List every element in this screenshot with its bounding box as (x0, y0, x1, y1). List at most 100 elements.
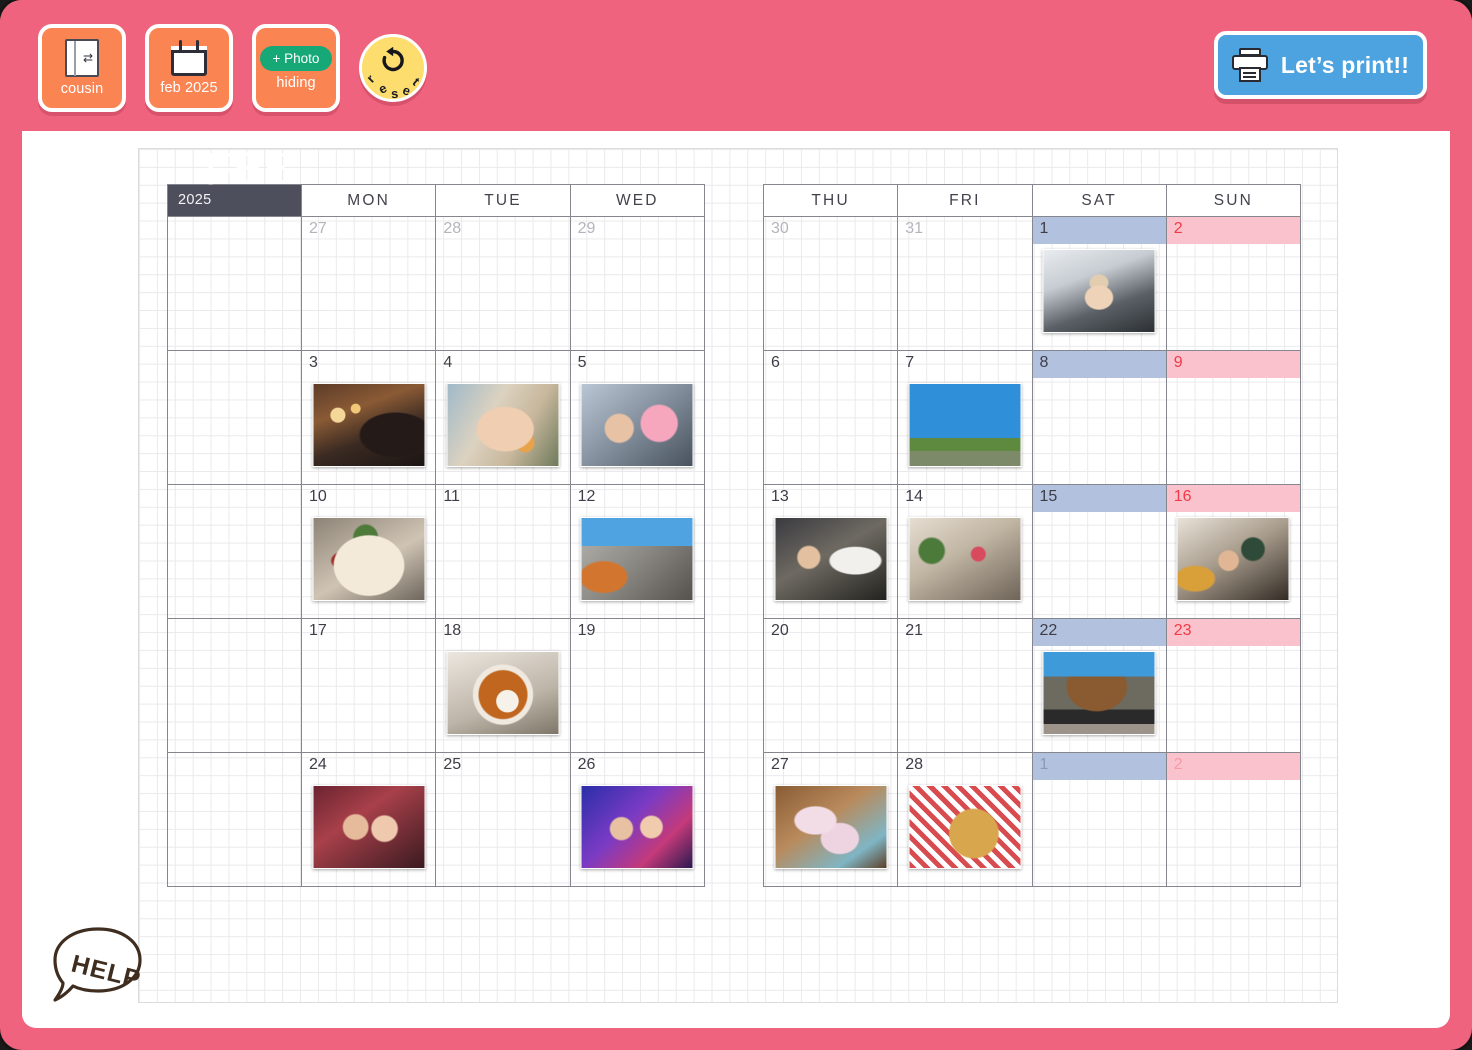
month-title-cell: 2025 FEB (167, 149, 302, 217)
calendar-week-row: 10 11 12 (167, 484, 706, 619)
day-photo[interactable] (312, 785, 426, 869)
weekday-header-fri: FRI (897, 184, 1033, 217)
day-photo[interactable] (908, 785, 1022, 869)
page-surface: 2025 FEB MON TUE WED 27 28 29 3 4 5 10 11 12 17 18… (22, 131, 1450, 1028)
calendar-day-cell[interactable]: 15 (1031, 484, 1167, 619)
photo-shop-interior-flowers (909, 518, 1021, 600)
calendar-day-cell[interactable]: 1 (1031, 216, 1167, 351)
day-photo[interactable] (580, 517, 694, 601)
calendar-day-cell[interactable]: 28 (897, 752, 1033, 887)
calendar-table-left: 2025 FEB MON TUE WED 27 28 29 3 4 5 10 11 12 17 18… (167, 149, 706, 887)
reset-letter: t (409, 74, 423, 89)
help-button[interactable]: HELP (50, 926, 145, 1008)
reset-button[interactable]: r e s e t (359, 34, 427, 102)
sunday-band (1166, 351, 1300, 378)
day-photo[interactable] (1042, 249, 1156, 333)
calendar-card: 2025 FEB MON TUE WED 27 28 29 3 4 5 10 11 12 17 18… (138, 148, 1338, 1003)
day-photo[interactable] (774, 517, 888, 601)
day-photo[interactable] (1176, 517, 1290, 601)
calendar-left-margin-cell (167, 618, 302, 753)
calendar-day-cell[interactable]: 22 (1031, 618, 1167, 753)
day-photo[interactable] (908, 517, 1022, 601)
photo-stew-bowl (447, 652, 559, 734)
day-photo[interactable] (908, 383, 1022, 467)
weekday-header-thu: THU (762, 184, 899, 217)
print-button[interactable]: Let’s print!! (1214, 31, 1427, 99)
day-photo[interactable] (1042, 651, 1156, 735)
day-photo[interactable] (312, 383, 426, 467)
day-number: 15 (1039, 488, 1058, 505)
photo-autumn-tree-fence (1043, 652, 1155, 734)
calendar-day-cell[interactable]: 19 (569, 618, 706, 753)
calendar-day-cell[interactable]: 7 (897, 350, 1033, 485)
calendar-week-row: 3 4 5 (167, 350, 706, 485)
calendar-day-cell[interactable]: 11 (435, 484, 571, 619)
toolbar-button-group: ⇄ cousin feb 2025 + Photo hiding r e s e… (38, 24, 427, 112)
calendar-day-cell[interactable]: 9 (1165, 350, 1302, 485)
day-number: 22 (1039, 622, 1058, 639)
saturday-band (1032, 351, 1166, 378)
calendar-day-cell[interactable]: 16 (1165, 484, 1302, 619)
calendar-day-cell[interactable]: 10 (300, 484, 437, 619)
top-toolbar: ⇄ cousin feb 2025 + Photo hiding r e s e… (0, 0, 1472, 131)
calendar-left-margin-cell (167, 484, 302, 619)
calendar-week-row: 17 18 19 (167, 618, 706, 753)
day-photo[interactable] (446, 383, 560, 467)
calendar-day-cell[interactable]: 2 (1165, 752, 1302, 887)
photo-visibility-button[interactable]: + Photo hiding (252, 24, 340, 112)
calendar-day-cell[interactable]: 26 (569, 752, 706, 887)
calendar-day-cell[interactable]: 24 (300, 752, 437, 887)
day-photo[interactable] (580, 785, 694, 869)
day-photo[interactable] (446, 651, 560, 735)
calendar-day-cell[interactable]: 27 (300, 216, 437, 351)
calendar-day-cell[interactable]: 25 (435, 752, 571, 887)
day-number: 8 (1039, 354, 1049, 371)
calendar-week-row: 27 28 29 (167, 216, 706, 351)
calendar-day-cell[interactable]: 2 (1165, 216, 1302, 351)
day-number: 26 (577, 756, 596, 773)
reset-letter: e (376, 80, 390, 97)
reset-label-ring: r e s e t (362, 37, 430, 105)
day-photo[interactable] (580, 383, 694, 467)
day-number: 14 (905, 488, 924, 505)
calendar-day-cell[interactable]: 18 (435, 618, 571, 753)
photo-visibility-label: hiding (276, 75, 316, 91)
notebook-selector-button[interactable]: ⇄ cousin (38, 24, 126, 112)
sunday-band (1166, 217, 1300, 244)
add-photo-icon: + Photo (259, 45, 333, 71)
calendar-day-cell[interactable]: 20 (762, 618, 899, 753)
day-number: 3 (309, 354, 318, 371)
photo-couple-party (313, 786, 425, 868)
calendar-day-cell[interactable]: 21 (897, 618, 1033, 753)
calendar-day-cell[interactable]: 14 (897, 484, 1033, 619)
calendar-day-cell[interactable]: 29 (569, 216, 706, 351)
day-number: 25 (443, 756, 462, 773)
calendar-week-row: 20 21 22 23 (762, 618, 1302, 753)
day-photo[interactable] (312, 517, 426, 601)
day-number: 2 (1173, 756, 1183, 773)
calendar-day-cell[interactable]: 17 (300, 618, 437, 753)
calendar-day-cell[interactable]: 31 (897, 216, 1033, 351)
book-icon: ⇄ (65, 39, 99, 78)
calendar-day-cell[interactable]: 27 (762, 752, 899, 887)
printer-icon (1231, 48, 1268, 82)
day-photo[interactable] (774, 785, 888, 869)
saturday-band (1032, 753, 1166, 780)
calendar-day-cell[interactable]: 4 (435, 350, 571, 485)
calendar-day-cell[interactable]: 23 (1165, 618, 1302, 753)
day-number: 30 (771, 220, 789, 237)
calendar-day-cell[interactable]: 6 (762, 350, 899, 485)
calendar-day-cell[interactable]: 12 (569, 484, 706, 619)
calendar-day-cell[interactable]: 3 (300, 350, 437, 485)
calendar-day-cell[interactable]: 28 (435, 216, 571, 351)
calendar-day-cell[interactable]: 1 (1031, 752, 1167, 887)
calendar-day-cell[interactable]: 8 (1031, 350, 1167, 485)
calendar-day-cell[interactable]: 13 (762, 484, 899, 619)
calendar-day-cell[interactable]: 5 (569, 350, 706, 485)
month-selector-button[interactable]: feb 2025 (145, 24, 233, 112)
day-number: 16 (1173, 488, 1192, 505)
calendar-day-cell[interactable]: 30 (762, 216, 899, 351)
day-number: 6 (771, 354, 780, 371)
weekday-header-tue: TUE (435, 184, 571, 217)
photo-pink-cases-table (775, 786, 887, 868)
